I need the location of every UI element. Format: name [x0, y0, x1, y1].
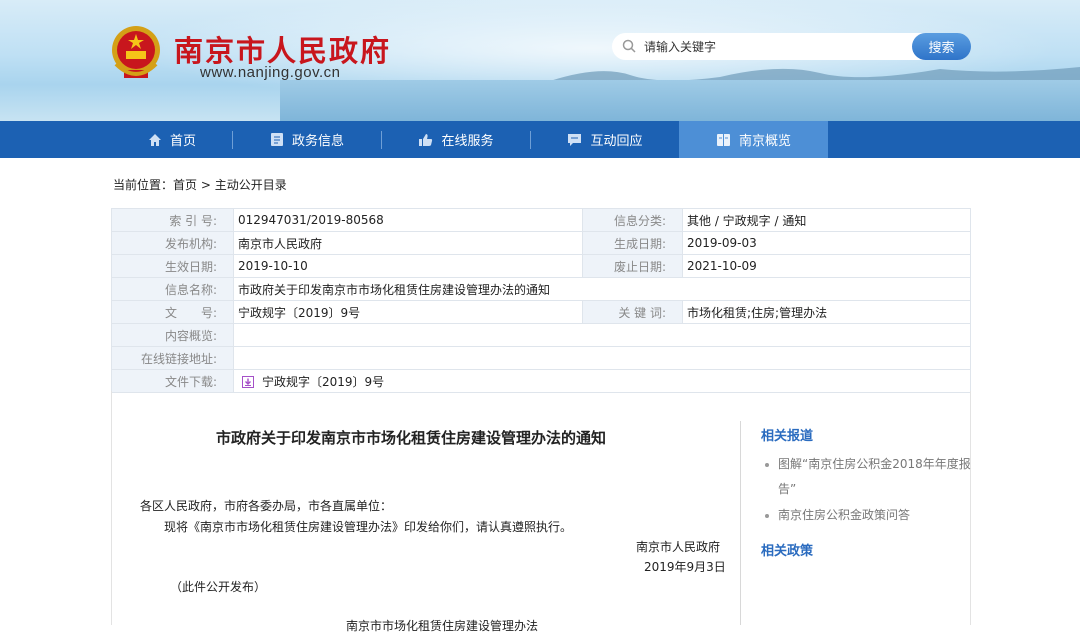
related-policies-heading: 相关政策: [761, 544, 814, 559]
online-link-value: [233, 346, 971, 370]
nav-item-nanjing-overview[interactable]: 南京概览: [679, 121, 828, 158]
download-label: 文件下载:: [111, 369, 234, 393]
home-icon: [148, 133, 161, 146]
main-nav: 首页 政务信息 在线服务 互动回应 南京概览: [0, 121, 1080, 158]
online-link-label: 在线链接地址:: [111, 346, 234, 370]
article-date: 2019年9月3日: [644, 560, 726, 574]
search-icon: [622, 39, 636, 53]
lake-water: [280, 80, 1080, 121]
breadcrumb-home[interactable]: 首页: [173, 178, 197, 192]
table-row: 发布机构: 南京市人民政府 生成日期: 2019-09-03: [111, 231, 971, 255]
summary-value: [233, 323, 971, 347]
keywords-label: 关 键 词:: [582, 300, 683, 324]
expire-date-label: 废止日期:: [582, 254, 683, 278]
table-row: 内容概览:: [111, 323, 971, 347]
breadcrumb: 当前位置：首页 > 主动公开目录: [113, 176, 287, 193]
chat-icon: [568, 133, 582, 146]
related-report-link[interactable]: 南京住房公积金政策问答: [765, 503, 978, 528]
index-no-value: 012947031/2019-80568: [233, 208, 583, 232]
publisher-value: 南京市人民政府: [233, 231, 583, 255]
table-row: 索 引 号: 012947031/2019-80568 信息分类: 其他 / 宁…: [111, 208, 971, 232]
effective-date-value: 2019-10-10: [233, 254, 583, 278]
related-reports-heading: 相关报道: [761, 429, 814, 444]
expire-date-value: 2021-10-09: [682, 254, 971, 278]
effective-date-label: 生效日期:: [111, 254, 234, 278]
category-value: 其他 / 宁政规字 / 通知: [682, 208, 971, 232]
table-row: 生效日期: 2019-10-10 废止日期: 2021-10-09: [111, 254, 971, 278]
sidebar-divider: [740, 421, 741, 625]
article-note: （此件公开发布）: [170, 580, 267, 594]
thumb-icon: [419, 133, 433, 146]
article-signer: 南京市人民政府: [636, 540, 721, 554]
article-next-title: 南京市市场化租赁住房建设管理办法: [346, 619, 539, 633]
table-row: 信息名称: 市政府关于印发南京市市场化租赁住房建设管理办法的通知: [111, 277, 971, 301]
nav-label: 南京概览: [738, 134, 791, 149]
nav-label: 在线服务: [441, 134, 494, 149]
table-row: 文 号: 宁政规字〔2019〕9号 关 键 词: 市场化租赁;住房;管理办法: [111, 300, 971, 324]
created-date-label: 生成日期:: [582, 231, 683, 255]
download-cell: 宁政规字〔2019〕9号: [233, 369, 971, 393]
article-area: 市政府关于印发南京市市场化租赁住房建设管理办法的通知 各区人民政府，市府各委办局…: [111, 391, 971, 633]
article-title: 市政府关于印发南京市市场化租赁住房建设管理办法的通知: [216, 429, 607, 447]
nav-label: 互动回应: [590, 134, 643, 149]
download-link[interactable]: 宁政规字〔2019〕9号: [262, 375, 384, 389]
article-body: 现将《南京市市场化租赁住房建设管理办法》印发给你们，请认真遵照执行。: [164, 520, 573, 534]
nav-item-home[interactable]: 首页: [112, 121, 232, 158]
doc-number-label: 文 号:: [111, 300, 234, 324]
keywords-value: 市场化租赁;住房;管理办法: [682, 300, 971, 324]
nav-label: 政务信息: [291, 134, 344, 149]
table-row: 文件下载: 宁政规字〔2019〕9号: [111, 369, 971, 393]
breadcrumb-current[interactable]: 主动公开目录: [215, 178, 287, 192]
related-report-link[interactable]: 图解“南京住房公积金2018年年度报告”: [765, 452, 978, 502]
nav-item-gov-info[interactable]: 政务信息: [233, 121, 381, 158]
nav-item-online-service[interactable]: 在线服务: [382, 121, 530, 158]
search-button[interactable]: 搜索: [912, 33, 971, 60]
summary-label: 内容概览:: [111, 323, 234, 347]
nav-item-interaction[interactable]: 互动回应: [531, 121, 679, 158]
site-header: 南京市人民政府 www.nanjing.gov.cn 搜索: [0, 0, 1080, 121]
book-icon: [716, 133, 730, 146]
table-row: 在线链接地址:: [111, 346, 971, 370]
article-salutation: 各区人民政府，市府各委办局，市各直属单位：: [140, 499, 393, 513]
category-label: 信息分类:: [582, 208, 683, 232]
created-date-value: 2019-09-03: [682, 231, 971, 255]
national-emblem-icon: [112, 26, 160, 78]
publisher-label: 发布机构:: [111, 231, 234, 255]
info-name-value: 市政府关于印发南京市市场化租赁住房建设管理办法的通知: [233, 277, 971, 301]
site-url: www.nanjing.gov.cn: [200, 64, 341, 81]
document-info-table: 索 引 号: 012947031/2019-80568 信息分类: 其他 / 宁…: [111, 208, 971, 393]
document-icon: [270, 133, 283, 146]
search-input[interactable]: [644, 37, 904, 56]
index-no-label: 索 引 号:: [111, 208, 234, 232]
breadcrumb-prefix: 当前位置：: [113, 178, 174, 192]
info-name-label: 信息名称:: [111, 277, 234, 301]
breadcrumb-separator: >: [197, 178, 215, 192]
download-icon[interactable]: [242, 376, 254, 388]
doc-number-value: 宁政规字〔2019〕9号: [233, 300, 583, 324]
nav-label: 首页: [169, 134, 196, 149]
